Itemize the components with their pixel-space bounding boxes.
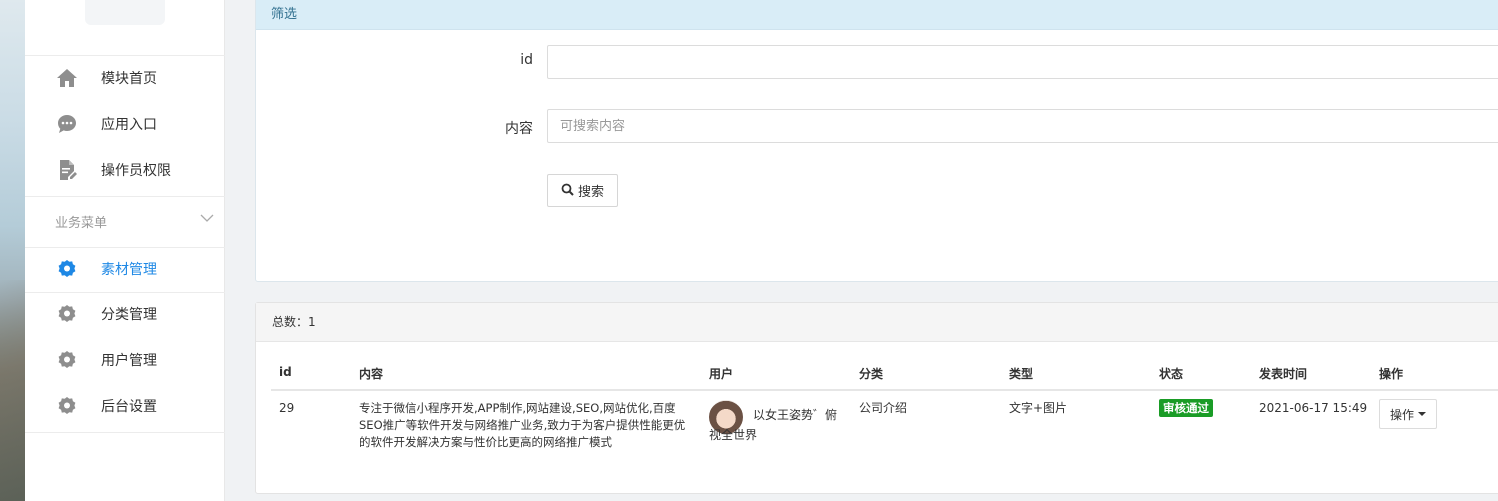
list-panel: 总数：1 id 内容 用户 分类 类型 状态 发表时间 操作 29 专注于微信小… [255,302,1498,494]
sidebar-item-label: 素材管理 [101,262,157,278]
filter-panel-header: 筛选 [256,0,1498,30]
id-label: id [520,52,533,68]
sidebar-item-label: 操作员权限 [101,163,171,179]
document-edit-icon [55,158,79,182]
sidebar-item-label: 模块首页 [101,71,157,87]
column-header-status: 状态 [1159,367,1184,381]
sidebar-group-title: 业务菜单 [55,216,108,231]
cell-content: 专注于微信小程序开发,APP制作,网站建设,SEO,网站优化,百度SEO推广等软… [359,401,686,449]
sidebar-item-user-management[interactable]: 用户管理 [25,338,225,382]
content-search-input[interactable] [547,109,1498,143]
content-label: 内容 [505,121,533,137]
background-landscape [0,0,25,501]
caret-down-icon [1418,412,1426,416]
id-input[interactable] [547,45,1498,79]
sidebar-item-category-management[interactable]: 分类管理 [25,292,225,336]
sidebar-item-label: 后台设置 [101,399,157,415]
sidebar-item-label: 用户管理 [101,353,157,369]
gear-icon [55,394,79,418]
total-count: 总数：1 [256,303,1498,342]
sidebar-item-material-management[interactable]: 素材管理 [25,247,225,291]
column-header-id: id [279,365,292,379]
filter-panel: 筛选 id 内容 搜索 [255,0,1498,282]
actions-dropdown-button[interactable]: 操作 [1379,399,1437,429]
gear-icon [55,348,79,372]
cell-category: 公司介绍 [859,401,908,415]
column-header-type: 类型 [1009,367,1034,381]
column-header-content: 内容 [359,367,384,381]
sidebar-item-label: 分类管理 [101,307,157,323]
search-button-label: 搜索 [577,184,604,199]
gear-icon [55,257,79,281]
sidebar-logo-box [85,0,165,25]
home-icon [55,66,79,90]
column-header-user: 用户 [709,367,734,381]
column-header-actions: 操作 [1379,367,1404,381]
search-button[interactable]: 搜索 [547,174,618,207]
sidebar-item-label: 应用入口 [101,117,157,133]
cell-user: 以女王姿势゛俯视全世界 [709,408,838,442]
actions-dropdown-label: 操作 [1389,407,1414,422]
search-icon [561,183,574,199]
cell-id: 29 [279,401,295,415]
sidebar-item-backend-settings[interactable]: 后台设置 [25,384,225,428]
gear-icon [55,302,79,326]
divider [25,432,225,433]
sidebar-item-home[interactable]: 模块首页 [25,56,225,100]
chat-icon [55,112,79,136]
sidebar: 模块首页 应用入口 操作员权限 业务菜单 素材管理 分类管理 用户管理 后台设置 [25,0,225,501]
status-badge: 审核通过 [1159,399,1213,417]
chevron-down-icon[interactable] [200,212,214,227]
column-header-time: 发表时间 [1259,367,1308,381]
table-header-divider [271,389,1498,391]
sidebar-item-app-entry[interactable]: 应用入口 [25,102,225,146]
column-header-category: 分类 [859,367,884,381]
cell-type: 文字+图片 [1009,401,1068,415]
sidebar-item-operator-permissions[interactable]: 操作员权限 [25,148,225,192]
cell-time: 2021-06-17 15:49 [1259,401,1368,415]
divider [25,196,225,197]
